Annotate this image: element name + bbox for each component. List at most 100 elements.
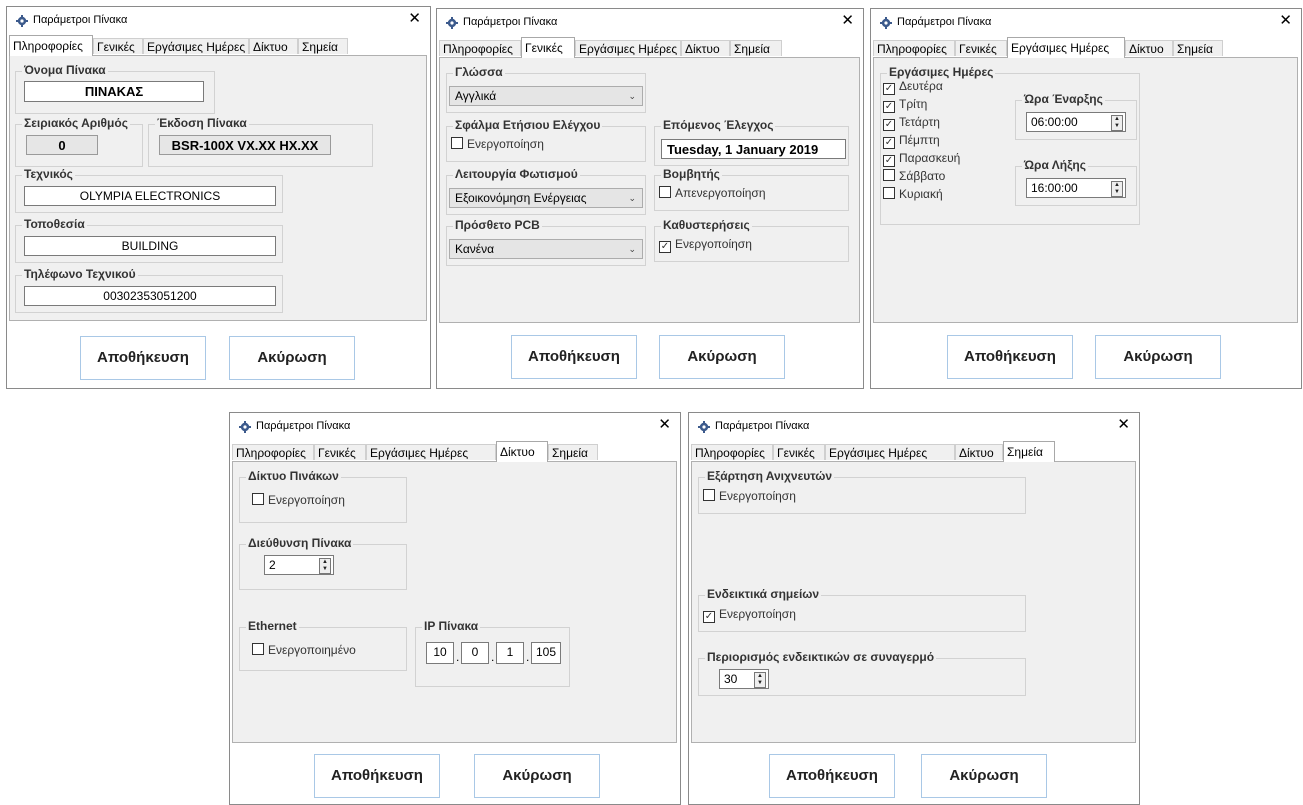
tab-info[interactable]: Πληροφορίες [439,40,521,56]
spin-updown-icon[interactable]: ▲ ▼ [1111,115,1123,131]
gear-icon [16,15,28,27]
tab-general[interactable]: Γενικές [314,444,366,460]
save-button[interactable]: Αποθήκευση [769,754,895,798]
cancel-button[interactable]: Ακύρωση [1095,335,1221,379]
tab-points[interactable]: Σημεία [730,40,782,56]
day-checkbox[interactable]: ✓ Παρασκευή [883,151,960,167]
day-checkbox[interactable]: ✓ Πέμπτη [883,133,940,149]
cancel-button[interactable]: Ακύρωση [229,336,355,380]
day-checkbox[interactable]: ✓ Δευτέρα [883,79,943,95]
close-icon[interactable]: ✕ [841,12,854,30]
save-button[interactable]: Αποθήκευση [511,335,637,379]
pcb-select[interactable]: Κανένα ⌄ [449,239,643,259]
day-checkbox[interactable]: ✓ Τετάρτη [883,115,940,131]
limit-stepper[interactable]: 30 ▲ ▼ [719,669,769,689]
tab-workdays[interactable]: Εργάσιμες Ημέρες [366,444,496,460]
start-time-input[interactable]: 06:00:00 ▲ ▼ [1026,112,1126,132]
tab-info[interactable]: Πληροφορίες [9,35,93,56]
tab-network[interactable]: Δίκτυο [249,38,298,54]
tab-points[interactable]: Σημεία [1003,441,1055,462]
tab-general[interactable]: Γενικές [773,444,825,460]
annual-error-checkbox[interactable]: Ενεργοποίηση [451,137,544,151]
close-icon[interactable]: ✕ [1279,12,1292,30]
tab-network[interactable]: Δίκτυο [681,40,730,56]
panel-network-checkbox[interactable]: Ενεργοποίηση [252,493,345,507]
checkbox-box [451,137,463,149]
tab-general[interactable]: Γενικές [521,37,575,58]
language-select-value: Αγγλικά [455,89,497,103]
lighting-group: Λειτουργία Φωτισμού Εξοικονόμηση Ενέργει… [446,167,646,215]
end-time-input[interactable]: 16:00:00 ▲ ▼ [1026,178,1126,198]
tab-network[interactable]: Δίκτυο [1125,40,1173,56]
tab-network[interactable]: Δίκτυο [955,444,1003,460]
tab-info[interactable]: Πληροφορίες [232,444,314,460]
cancel-button[interactable]: Ακύρωση [474,754,600,798]
save-button[interactable]: Αποθήκευση [314,754,440,798]
close-icon[interactable]: ✕ [408,10,421,28]
tab-points[interactable]: Σημεία [1173,40,1223,56]
close-icon[interactable]: ✕ [1117,416,1130,434]
delays-check-label: Ενεργοποίηση [675,237,752,251]
spin-updown-icon[interactable]: ▲ ▼ [754,672,766,688]
checkbox-box [252,643,264,655]
panel-name-group: Όνομα Πίνακα ΠΙΝΑΚΑΣ [15,63,215,114]
next-check-date-field[interactable]: Tuesday, 1 January 2019 [661,139,846,159]
cancel-button[interactable]: Ακύρωση [659,335,785,379]
tab-workdays[interactable]: Εργάσιμες Ημέρες [1007,37,1125,58]
address-stepper[interactable]: 2 ▲ ▼ [264,555,334,575]
tab-network[interactable]: Δίκτυο [496,441,548,462]
delays-checkbox[interactable]: ✓ Ενεργοποίηση [659,237,752,253]
lighting-select-value: Εξοικονόμηση Ενέργειας [455,191,587,205]
window-title: Παράμετροι Πίνακα [897,16,992,28]
spin-updown-icon[interactable]: ▲ ▼ [319,558,331,574]
version-group: Έκδοση Πίνακα BSR-100X VX.XX HX.XX [148,116,373,167]
tab-workdays[interactable]: Εργάσιμες Ημέρες [825,444,955,460]
day-label: Τετάρτη [899,115,940,129]
save-button[interactable]: Αποθήκευση [80,336,206,380]
day-label: Παρασκευή [899,151,961,165]
tab-workdays[interactable]: Εργάσιμες Ημέρες [575,40,681,56]
tab-general[interactable]: Γενικές [955,40,1007,56]
serial-field: 0 [26,135,98,155]
lighting-select[interactable]: Εξοικονόμηση Ενέργειας ⌄ [449,188,643,208]
location-field[interactable]: BUILDING [24,236,276,256]
tab-general[interactable]: Γενικές [93,38,143,54]
tab-points[interactable]: Σημεία [548,444,598,460]
lighting-label: Λειτουργία Φωτισμού [453,167,580,181]
cancel-button[interactable]: Ακύρωση [921,754,1047,798]
tab-info[interactable]: Πληροφορίες [873,40,955,56]
gear-icon [239,421,251,433]
pcb-label: Πρόσθετο PCB [453,218,542,232]
day-checkbox[interactable]: Κυριακή [883,187,943,201]
delays-label: Καθυστερήσεις [661,218,752,232]
spin-updown-icon[interactable]: ▲ ▼ [1111,181,1123,197]
detector-checkbox[interactable]: Ενεργοποίηση [703,489,796,503]
indicators-check-label: Ενεργοποίηση [719,607,796,621]
technician-field[interactable]: OLYMPIA ELECTRONICS [24,186,276,206]
next-check-group: Επόμενος Έλεγχος Tuesday, 1 January 2019 [654,118,849,166]
checkbox-box: ✓ [883,119,895,131]
panel-name-field[interactable]: ΠΙΝΑΚΑΣ [24,81,204,102]
phone-field[interactable]: 00302353051200 [24,286,276,306]
tab-info[interactable]: Πληροφορίες [691,444,773,460]
buzzer-checkbox[interactable]: Απενεργοποίηση [659,186,766,200]
close-icon[interactable]: ✕ [658,416,671,434]
day-checkbox[interactable]: ✓ Τρίτη [883,97,927,113]
buzzer-label: Βομβητής [661,167,722,181]
tab-points[interactable]: Σημεία [298,38,348,54]
ip-octet-3[interactable]: 1 [496,642,524,664]
ip-octet-1[interactable]: 10 [426,642,454,664]
title-bar: Παράμετροι Πίνακα ✕ [230,413,680,439]
start-time-value: 06:00:00 [1031,115,1078,129]
start-time-label: Ώρα Έναρξης [1022,92,1105,106]
save-button[interactable]: Αποθήκευση [947,335,1073,379]
day-checkbox[interactable]: Σάββατο [883,169,945,183]
ip-octet-2[interactable]: 0 [461,642,489,664]
ip-octet-4[interactable]: 105 [531,642,561,664]
dialog-general: Παράμετροι Πίνακα ✕ Πληροφορίες Γενικές … [436,8,864,389]
window-title: Παράμετροι Πίνακα [33,14,128,26]
tab-workdays[interactable]: Εργάσιμες Ημέρες [143,38,249,54]
language-select[interactable]: Αγγλικά ⌄ [449,86,643,106]
indicators-checkbox[interactable]: ✓ Ενεργοποίηση [703,607,796,623]
ethernet-checkbox[interactable]: Ενεργοποιημένο [252,643,356,657]
